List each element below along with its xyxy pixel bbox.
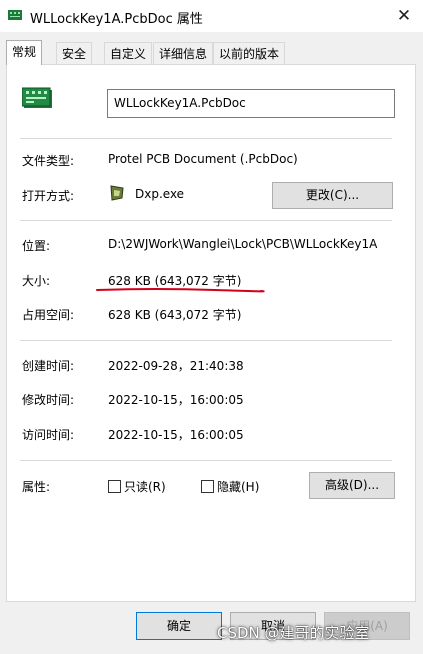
divider	[20, 340, 392, 341]
general-panel	[6, 64, 416, 602]
change-button[interactable]: 更改(C)...	[272, 182, 393, 209]
pcb-document-icon	[22, 87, 52, 108]
window-title: WLLockKey1A.PcbDoc 属性	[30, 12, 203, 27]
location-label: 位置:	[22, 239, 51, 253]
red-underline-annotation	[96, 288, 265, 293]
accessed-label: 访问时间:	[22, 428, 75, 442]
close-icon[interactable]: ✕	[393, 6, 415, 26]
opens-with-value: Dxp.exe	[135, 187, 185, 201]
created-label: 创建时间:	[22, 359, 75, 373]
tab-general[interactable]: 常规	[6, 40, 43, 65]
file-name-field[interactable]: WLLockKey1A.PcbDoc	[107, 89, 395, 118]
tab-custom[interactable]: 自定义	[104, 42, 153, 64]
size-on-disk-label: 占用空间:	[22, 308, 75, 322]
modified-value: 2022-10-15，16:00:05	[108, 393, 244, 407]
created-value: 2022-09-28，21:40:38	[108, 359, 244, 373]
tab-previous-versions[interactable]: 以前的版本	[213, 42, 286, 64]
opens-with-label: 打开方式:	[22, 189, 75, 203]
dxp-app-icon	[110, 185, 124, 201]
accessed-value: 2022-10-15，16:00:05	[108, 428, 244, 442]
size-on-disk-value: 628 KB (643,072 字节)	[108, 308, 242, 322]
divider	[20, 460, 392, 461]
divider	[20, 220, 392, 221]
ok-button[interactable]: 确定	[136, 612, 222, 640]
readonly-label[interactable]: 只读(R)	[124, 478, 166, 495]
hidden-label[interactable]: 隐藏(H)	[217, 478, 259, 495]
readonly-checkbox[interactable]	[108, 480, 121, 493]
tab-security[interactable]: 安全	[56, 42, 93, 64]
modified-label: 修改时间:	[22, 393, 75, 407]
hidden-checkbox[interactable]	[201, 480, 214, 493]
attributes-label: 属性:	[22, 480, 51, 494]
file-type-label: 文件类型:	[22, 154, 75, 168]
tab-details[interactable]: 详细信息	[153, 42, 214, 64]
divider	[20, 138, 392, 139]
size-label: 大小:	[22, 274, 51, 288]
pcb-document-icon	[8, 10, 22, 20]
location-value: D:\2WJWork\Wanglei\Lock\PCB\WLLockKey1A	[108, 237, 378, 251]
file-type-value: Protel PCB Document (.PcbDoc)	[108, 152, 298, 166]
advanced-button[interactable]: 高级(D)...	[309, 472, 395, 499]
watermark: CSDN @建哥的实验室	[217, 624, 370, 642]
